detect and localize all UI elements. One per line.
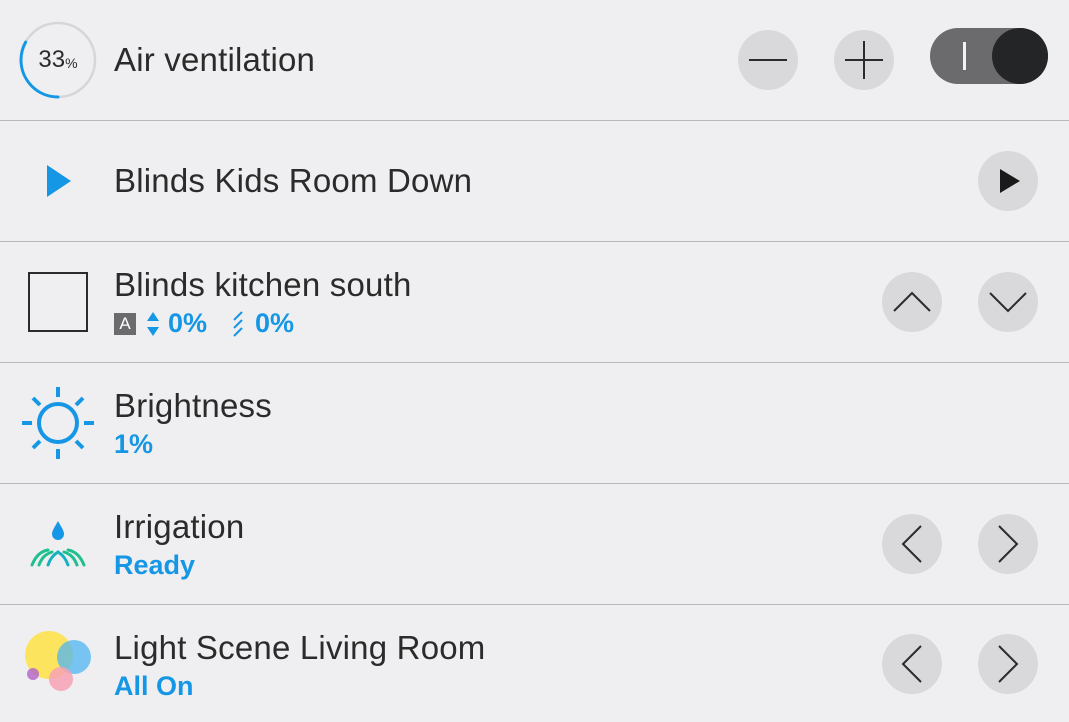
scene-status: All On (114, 671, 194, 701)
device-list: 33% Air ventilation Blinds Kids Room Dow… (0, 0, 1069, 722)
slat-angle-icon (233, 310, 243, 337)
previous-button[interactable] (882, 514, 942, 574)
chevron-down-icon (989, 292, 1027, 313)
play-icon (18, 141, 98, 221)
chevron-left-icon (901, 644, 922, 683)
blinds-down-button[interactable] (978, 272, 1038, 332)
color-bubbles-icon (18, 624, 98, 704)
next-button[interactable] (978, 633, 1038, 694)
toggle-knob (992, 28, 1048, 84)
row-title: Air ventilation (114, 41, 316, 78)
row-air-ventilation[interactable]: 33% Air ventilation (0, 0, 1069, 121)
row-irrigation[interactable]: Irrigation Ready (0, 484, 1069, 605)
percent-unit: % (65, 55, 78, 71)
sprinkler-icon (18, 504, 98, 584)
progress-ring-icon: 33% (18, 20, 98, 100)
ventilation-percent: 33% (18, 20, 98, 100)
row-title: Blinds Kids Room Down (114, 162, 473, 199)
row-title: Blinds kitchen south (114, 266, 412, 303)
chevron-right-icon (998, 525, 1019, 563)
play-icon (1000, 169, 1020, 193)
blinds-up-button[interactable] (882, 272, 942, 332)
brightness-value: 1% (114, 429, 154, 459)
chevron-right-icon (998, 644, 1019, 683)
increase-button[interactable] (834, 30, 894, 90)
blinds-position-value: 0% (168, 308, 208, 338)
row-light-scene-living-room[interactable]: Light Scene Living Room All On (0, 605, 1069, 722)
next-button[interactable] (978, 514, 1038, 574)
toggle-on-mark (963, 42, 966, 70)
chevron-up-icon (893, 291, 931, 312)
row-title: Brightness (114, 387, 272, 424)
updown-arrows-icon (147, 311, 159, 336)
row-blinds-kitchen-south[interactable]: Blinds kitchen south A 0% 0% (0, 242, 1069, 363)
row-title: Irrigation (114, 508, 245, 545)
slat-angle-value: 0% (255, 308, 295, 338)
decrease-button[interactable] (738, 30, 798, 90)
previous-button[interactable] (882, 633, 942, 694)
blinds-status: A 0% 0% (114, 308, 294, 339)
window-icon (18, 262, 98, 342)
irrigation-status: Ready (114, 550, 196, 580)
row-brightness[interactable]: Brightness 1% (0, 363, 1069, 484)
sun-icon (18, 383, 98, 463)
run-scene-button[interactable] (978, 151, 1038, 211)
auto-mode-badge: A (114, 312, 136, 335)
plus-icon (845, 41, 883, 79)
row-blinds-kids-room-down[interactable]: Blinds Kids Room Down (0, 121, 1069, 242)
row-title: Light Scene Living Room (114, 629, 486, 666)
chevron-left-icon (901, 525, 922, 563)
power-toggle[interactable] (930, 28, 1048, 84)
percent-value: 33 (38, 46, 66, 73)
minus-icon (749, 59, 787, 61)
